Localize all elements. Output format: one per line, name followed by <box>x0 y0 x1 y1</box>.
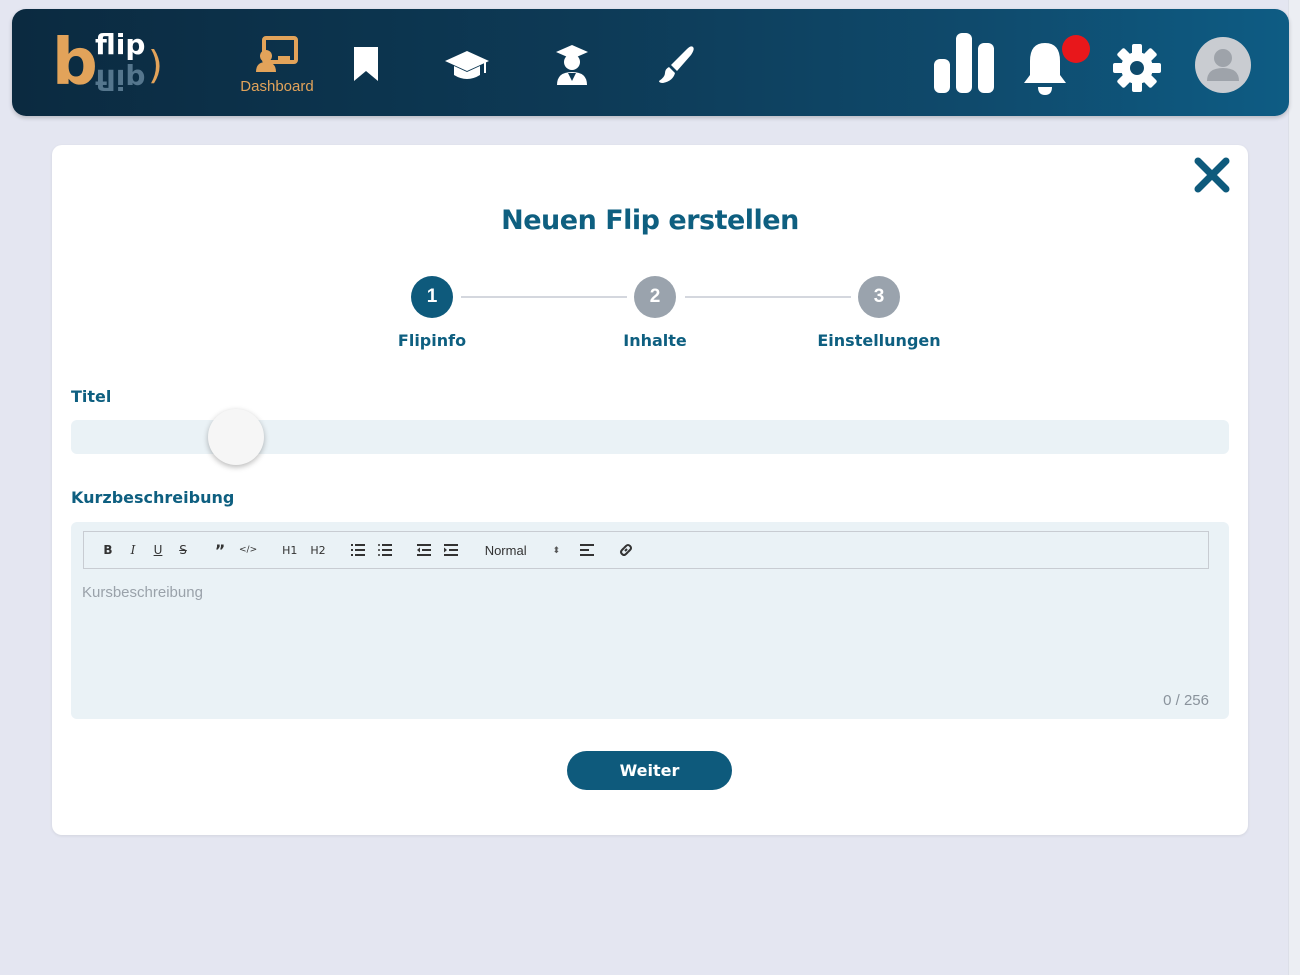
gear-icon[interactable] <box>1113 44 1161 92</box>
stepper-line-1 <box>461 296 627 298</box>
logo-paren: ) <box>148 43 163 87</box>
dialog-title: Neuen Flip erstellen <box>501 205 799 236</box>
close-icon[interactable] <box>1192 155 1232 195</box>
outdent-icon[interactable] <box>416 544 431 556</box>
nav-dashboard-label: Dashboard <box>240 77 314 95</box>
logo-letter: b <box>52 26 98 100</box>
stepper-line-2 <box>685 296 851 298</box>
h1-button[interactable]: H1 <box>282 544 297 557</box>
drag-handle[interactable] <box>208 409 264 465</box>
ordered-list-icon[interactable] <box>350 544 365 556</box>
align-icon[interactable] <box>580 544 595 556</box>
bookmark-icon[interactable] <box>352 45 380 83</box>
description-textarea[interactable]: Kursbeschreibung <box>82 584 203 601</box>
quote-button[interactable]: ” <box>214 541 226 560</box>
step-3-label: Einstellungen <box>817 331 941 350</box>
stats-icon[interactable] <box>934 33 994 93</box>
step-1-circle[interactable]: 1 <box>411 276 453 318</box>
step-1-label: Flipinfo <box>397 331 467 350</box>
bullet-list-icon[interactable] <box>377 544 392 556</box>
description-editor: B I U S ” </> H1 H2 Normal ⬍ Kursbeschre… <box>71 522 1229 719</box>
top-navbar: b flip flip ) Dashboard <box>12 9 1289 116</box>
logo[interactable]: b flip flip ) <box>52 27 172 99</box>
step-3-circle[interactable]: 3 <box>858 276 900 318</box>
underline-button[interactable]: U <box>152 543 164 557</box>
select-arrows-icon: ⬍ <box>552 544 561 555</box>
scrollbar[interactable] <box>1288 0 1300 975</box>
teacher-icon[interactable] <box>554 43 590 85</box>
avatar[interactable] <box>1195 37 1251 93</box>
indent-icon[interactable] <box>443 544 458 556</box>
dashboard-icon <box>256 35 298 72</box>
notification-dot <box>1062 35 1090 63</box>
avatar-icon <box>1207 49 1239 81</box>
strike-button[interactable]: S <box>177 543 189 557</box>
link-icon[interactable] <box>619 543 633 557</box>
graduation-cap-icon[interactable] <box>444 47 490 83</box>
step-2-circle[interactable]: 2 <box>634 276 676 318</box>
create-flip-dialog: Neuen Flip erstellen 1 2 3 Flipinfo Inha… <box>52 145 1248 835</box>
format-select-value: Normal <box>484 542 527 558</box>
brush-icon[interactable] <box>657 45 695 85</box>
italic-button[interactable]: I <box>127 543 139 557</box>
editor-toolbar: B I U S ” </> H1 H2 Normal ⬍ <box>83 531 1209 569</box>
description-label: Kurzbeschreibung <box>71 488 235 507</box>
character-counter: 0 / 256 <box>1163 692 1209 709</box>
logo-word-mirror: flip <box>95 63 146 96</box>
h2-button[interactable]: H2 <box>310 544 325 557</box>
notifications[interactable] <box>1022 35 1092 97</box>
format-select[interactable]: Normal ⬍ <box>485 543 560 558</box>
step-2-label: Inhalte <box>623 331 687 350</box>
next-button[interactable]: Weiter <box>567 751 732 790</box>
nav-dashboard[interactable]: Dashboard <box>227 29 327 101</box>
title-label: Titel <box>71 387 112 406</box>
logo-word: flip <box>95 28 146 61</box>
bold-button[interactable]: B <box>102 543 114 557</box>
code-button[interactable]: </> <box>239 545 257 555</box>
